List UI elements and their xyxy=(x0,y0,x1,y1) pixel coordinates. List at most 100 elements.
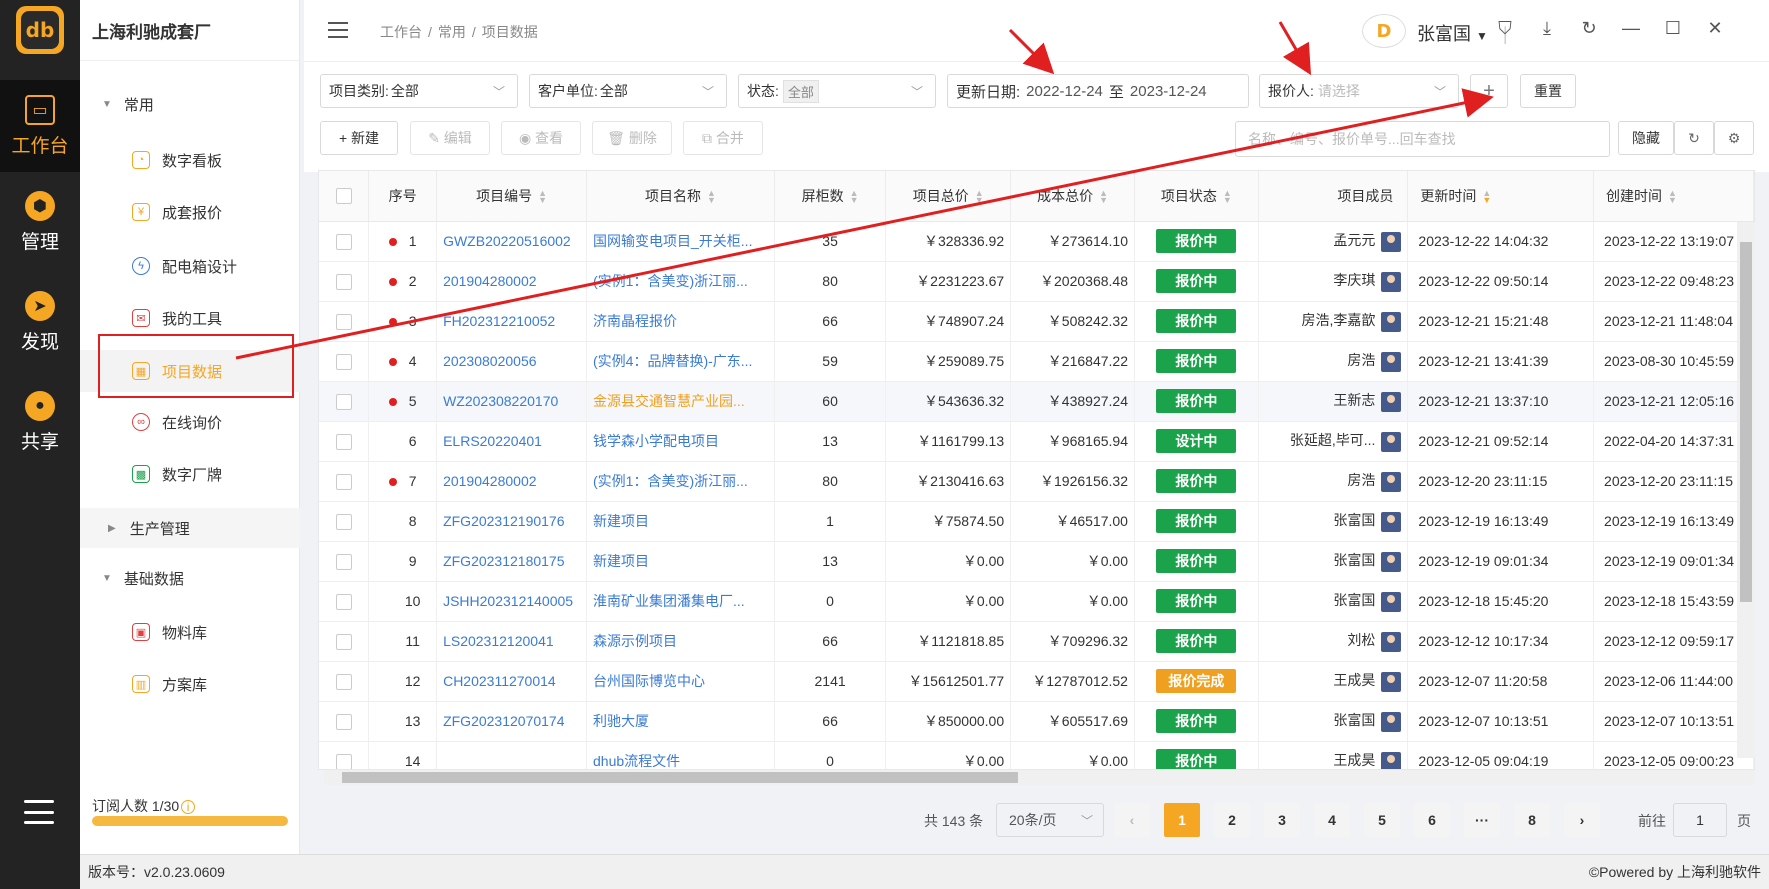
member-avatar-icon[interactable] xyxy=(1381,671,1402,692)
close-icon[interactable]: ✕ xyxy=(1704,18,1726,39)
member-avatar-icon[interactable] xyxy=(1381,271,1402,292)
project-code-link[interactable]: 201904280002 xyxy=(443,473,536,489)
page-8[interactable]: 8 xyxy=(1514,803,1550,837)
member-avatar-icon[interactable] xyxy=(1381,311,1402,332)
table-row[interactable]: 4 202308020056 (实例4：品牌替换)-广东... 59 ￥259089.7… xyxy=(319,341,1754,382)
refresh-table-icon[interactable]: ↻ xyxy=(1674,121,1714,155)
col-total[interactable]: 项目总价 ▲ ▼ xyxy=(885,171,1012,222)
breadcrumb-workbench[interactable]: 工作台 xyxy=(380,24,422,40)
project-code-link[interactable]: 201904280002 xyxy=(443,273,536,289)
maximize-icon[interactable]: ☐ xyxy=(1662,18,1684,39)
category-select[interactable]: 项目类别: 全部 ﹀ xyxy=(320,74,518,108)
project-name-link[interactable]: (实例1：含美变)浙江丽... xyxy=(593,473,748,489)
row-checkbox[interactable] xyxy=(335,673,352,690)
add-filter-button[interactable]: + xyxy=(1470,74,1508,108)
table-row[interactable]: 13 ZFG202312070174 利驰大厦 66 ￥850000.00 ￥605517… xyxy=(319,701,1754,742)
project-code-link[interactable]: JSHH202312140005 xyxy=(443,593,573,609)
page-2[interactable]: 2 xyxy=(1214,803,1250,837)
breadcrumb-common[interactable]: 常用 xyxy=(438,24,466,40)
project-name-link[interactable]: 济南晶程报价 xyxy=(593,313,677,329)
member-avatar-icon[interactable] xyxy=(1381,431,1402,452)
collapse-icon[interactable] xyxy=(328,22,348,38)
group-production[interactable]: ▶ 生产管理 xyxy=(80,508,300,548)
status-select[interactable]: 状态: 全部 ﹀ xyxy=(738,74,936,108)
project-code-link[interactable]: CH202311270014 xyxy=(443,673,556,689)
merge-button[interactable]: ⧉ 合并 xyxy=(683,121,763,155)
member-avatar-icon[interactable] xyxy=(1381,511,1402,532)
sidebar-item-quote[interactable]: ¥ 成套报价 xyxy=(80,192,300,232)
col-name[interactable]: 项目名称 ▲ ▼ xyxy=(586,171,775,222)
project-name-link[interactable]: 钱学森小学配电项目 xyxy=(593,433,719,449)
row-checkbox[interactable] xyxy=(335,473,352,490)
vertical-scrollbar[interactable] xyxy=(1737,222,1755,758)
member-avatar-icon[interactable] xyxy=(1381,751,1402,769)
member-avatar-icon[interactable] xyxy=(1381,551,1402,572)
next-page-button[interactable]: › xyxy=(1564,803,1600,837)
project-code-link[interactable]: ELRS20220401 xyxy=(443,433,542,449)
row-checkbox[interactable] xyxy=(335,593,352,610)
table-row[interactable]: 10 JSHH202312140005 淮南矿业集团潘集电厂... 0 ￥0.00 ￥0.… xyxy=(319,581,1754,622)
member-avatar-icon[interactable] xyxy=(1381,471,1402,492)
col-updated[interactable]: 更新时间 ▲ ▼ xyxy=(1407,171,1595,222)
row-checkbox[interactable] xyxy=(335,353,352,370)
row-checkbox[interactable] xyxy=(335,513,352,530)
page-size-select[interactable]: 20条/页 ﹀ xyxy=(996,803,1104,837)
member-avatar-icon[interactable] xyxy=(1381,591,1402,612)
project-name-link[interactable]: (实例1：含美变)浙江丽... xyxy=(593,273,748,289)
table-row[interactable]: 8 ZFG202312190176 新建项目 1 ￥75874.50 ￥46517.00 报… xyxy=(319,501,1754,542)
sidebar-item-inquiry[interactable]: ∞ 在线询价 xyxy=(80,402,300,442)
table-row[interactable]: 7 201904280002 (实例1：含美变)浙江丽... 80 ￥2130416.6… xyxy=(319,461,1754,502)
sidebar-item-materials[interactable]: ▣ 物料库 xyxy=(80,612,300,652)
view-button[interactable]: ◉ 查看 xyxy=(501,121,581,155)
delete-button[interactable]: 🗑 删除 xyxy=(592,121,672,155)
row-checkbox[interactable] xyxy=(335,313,352,330)
table-row[interactable]: 1 GWZB20220516002 国网输变电项目_开关柜... 35 ￥328336.… xyxy=(319,221,1754,262)
project-name-link[interactable]: 新建项目 xyxy=(593,553,649,569)
col-status[interactable]: 项目状态 ▲ ▼ xyxy=(1134,171,1259,222)
table-row[interactable]: 2 201904280002 (实例1：含美变)浙江丽... 80 ￥2231223.6… xyxy=(319,261,1754,302)
project-code-link[interactable]: FH202312210052 xyxy=(443,313,555,329)
sidebar-item-dashboard[interactable]: ◔ 数字看板 xyxy=(80,140,300,180)
info-icon[interactable]: i xyxy=(181,800,196,814)
project-code-link[interactable]: LS202312120041 xyxy=(443,633,554,649)
project-name-link[interactable]: 森源示例项目 xyxy=(593,633,677,649)
row-checkbox[interactable] xyxy=(335,233,352,250)
date-range-picker[interactable]: 更新日期: 2022-12-24 至 2023-12-24 xyxy=(947,74,1249,108)
project-code-link[interactable]: WZ202308220170 xyxy=(443,393,558,409)
project-name-link[interactable]: dhub流程文件 xyxy=(593,753,680,769)
shirt-icon[interactable]: ⛉ xyxy=(1494,18,1516,39)
project-code-link[interactable]: ZFG202312070174 xyxy=(443,713,564,729)
download-icon[interactable]: ⤓ xyxy=(1536,18,1558,39)
nav-discover[interactable]: ➤ 发现 xyxy=(0,276,80,368)
table-row[interactable]: 11 LS202312120041 森源示例项目 66 ￥1121818.85 ￥7092… xyxy=(319,621,1754,662)
sidebar-item-box-design[interactable]: ϟ 配电箱设计 xyxy=(80,246,300,286)
nav-manage[interactable]: ⬢ 管理 xyxy=(0,176,80,268)
col-cabinets[interactable]: 屏柜数 ▲ ▼ xyxy=(774,171,887,222)
project-code-link[interactable]: ZFG202312180175 xyxy=(443,553,564,569)
member-avatar-icon[interactable] xyxy=(1381,231,1402,252)
table-row[interactable]: 6 ELRS20220401 钱学森小学配电项目 13 ￥1161799.13 ￥9681… xyxy=(319,421,1754,462)
project-name-link[interactable]: 利驰大厦 xyxy=(593,713,649,729)
sidebar-item-nameplate[interactable]: ▩ 数字厂牌 xyxy=(80,454,300,494)
app-logo[interactable]: db xyxy=(16,6,64,54)
page-ellipsis[interactable]: ··· xyxy=(1464,803,1500,837)
col-created[interactable]: 创建时间 ▲ ▼ xyxy=(1593,171,1754,222)
menu-icon[interactable] xyxy=(24,800,54,824)
page-4[interactable]: 4 xyxy=(1314,803,1350,837)
goto-page-input[interactable]: 1 xyxy=(1673,803,1727,837)
customer-select[interactable]: 客户单位: 全部 ﹀ xyxy=(529,74,727,108)
group-basic[interactable]: ▼ 基础数据 xyxy=(102,568,184,589)
row-checkbox[interactable] xyxy=(335,433,352,450)
page-6[interactable]: 6 xyxy=(1414,803,1450,837)
col-code[interactable]: 项目编号 ▲ ▼ xyxy=(436,171,587,222)
page-1[interactable]: 1 xyxy=(1164,803,1200,837)
row-checkbox[interactable] xyxy=(335,753,352,769)
group-common[interactable]: ▼ 常用 xyxy=(102,94,154,115)
table-row[interactable]: 5 WZ202308220170 金源县交通智慧产业园... 60 ￥543636.32… xyxy=(319,381,1754,422)
page-5[interactable]: 5 xyxy=(1364,803,1400,837)
select-all-checkbox[interactable] xyxy=(335,188,352,205)
project-code-link[interactable]: 202308020056 xyxy=(443,353,536,369)
row-checkbox[interactable] xyxy=(335,273,352,290)
refresh-icon[interactable]: ↻ xyxy=(1578,18,1600,39)
quoter-select[interactable]: 报价人: 请选择 ﹀ xyxy=(1259,74,1459,108)
